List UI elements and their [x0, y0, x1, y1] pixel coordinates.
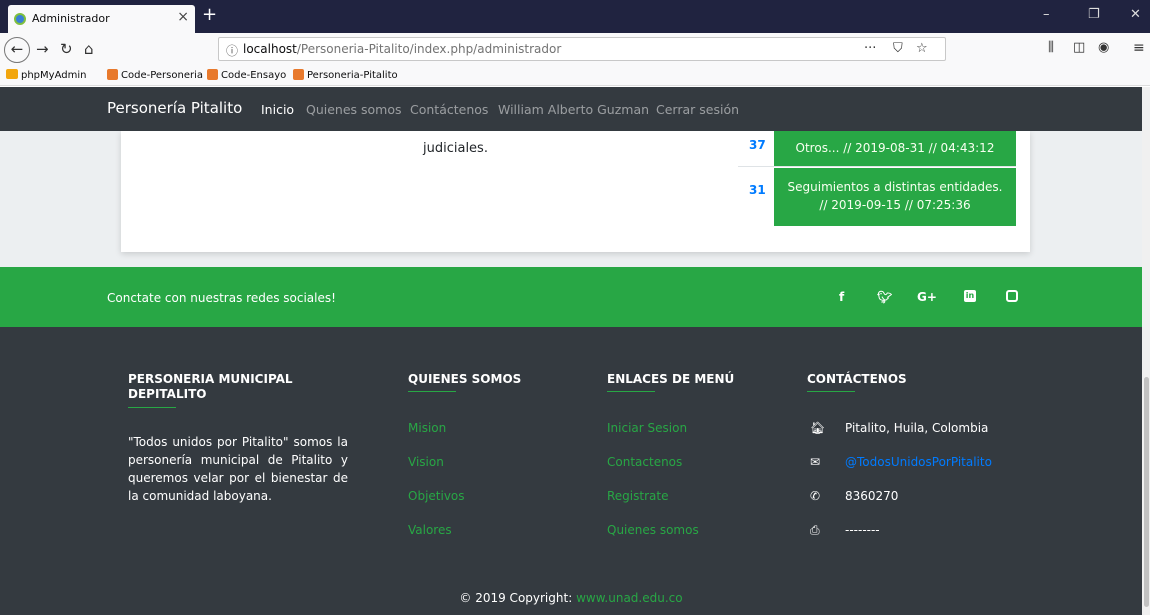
- google-plus-icon[interactable]: G+: [917, 290, 937, 304]
- footer-link-quienes-somos[interactable]: Quienes somos: [607, 523, 699, 537]
- card-text: judiciales.: [423, 141, 488, 156]
- green-cell: Seguimientos a distintas entidades. // 2…: [774, 168, 1016, 226]
- heading-underline: [128, 407, 176, 408]
- scrollbar[interactable]: [1142, 87, 1150, 615]
- sidebar-icon[interactable]: ◫: [1073, 40, 1085, 55]
- social-bar: Conctate con nuestras redes sociales! f …: [0, 267, 1142, 327]
- copyright: © 2019 Copyright: www.unad.edu.co: [0, 591, 1142, 605]
- site-brand[interactable]: Personería Pitalito: [107, 99, 242, 117]
- footer-link-mision[interactable]: Mision: [408, 421, 446, 435]
- footer-link-valores[interactable]: Valores: [408, 523, 452, 537]
- row-divider: [738, 166, 1016, 167]
- footer-heading-enlaces: ENLACES DE MENÚ: [607, 372, 735, 386]
- instagram-icon[interactable]: [1006, 290, 1018, 302]
- account-icon[interactable]: ◉: [1098, 40, 1109, 55]
- footer-heading-contactenos: CONTÁCTENOS: [807, 372, 907, 386]
- twitter-icon[interactable]: 🐦︎: [877, 290, 892, 304]
- footer-heading-quienes-somos: QUIENES SOMOS: [408, 372, 522, 386]
- bookmarks-bar: phpMyAdmin Code-Personeria Code-Ensayo P…: [0, 65, 1150, 86]
- maximize-icon[interactable]: ❐: [1088, 7, 1100, 22]
- reload-icon[interactable]: ↻: [60, 40, 73, 58]
- footer-about-text: "Todos unidos por Pitalito" somos la per…: [128, 435, 348, 503]
- tab-bar: Administrador × + – ❐ ✕: [0, 0, 1150, 33]
- footer-link-iniciar-sesion[interactable]: Iniciar Sesion: [607, 421, 687, 435]
- bookmark-code-ensayo[interactable]: Code-Ensayo: [207, 69, 286, 81]
- contact-email[interactable]: @TodosUnidosPorPitalito: [845, 455, 992, 469]
- contact-address: Pitalito, Huila, Colombia: [845, 421, 989, 435]
- browser-tab[interactable]: Administrador ×: [8, 5, 195, 33]
- close-window-icon[interactable]: ✕: [1130, 7, 1141, 22]
- footer-link-contactenos[interactable]: Contactenos: [607, 455, 682, 469]
- site-info-icon[interactable]: ⓘ: [226, 42, 238, 59]
- new-tab-button[interactable]: +: [202, 4, 217, 25]
- tab-title: Administrador: [32, 12, 110, 25]
- footer: PERSONERIA MUNICIPAL DEPITALITO "Todos u…: [0, 327, 1142, 615]
- bookmark-personeria-pitalito[interactable]: Personeria-Pitalito: [293, 69, 398, 81]
- bookmark-phpmyadmin[interactable]: phpMyAdmin: [6, 69, 86, 81]
- scrollbar-thumb[interactable]: [1144, 377, 1149, 607]
- forward-arrow-icon[interactable]: →: [36, 40, 49, 58]
- home-icon: 🏠︎: [810, 421, 826, 435]
- nav-link-inicio[interactable]: Inicio: [261, 102, 294, 117]
- envelope-icon: ✉: [810, 455, 821, 469]
- close-tab-icon[interactable]: ×: [177, 9, 189, 25]
- contact-phone: 8360270: [845, 489, 899, 503]
- bookmark-code-personeria[interactable]: Code-Personeria: [107, 69, 203, 81]
- printer-icon: ⎙: [810, 523, 820, 537]
- green-cell: Otros... // 2019-08-31 // 04:43:12: [774, 131, 1016, 166]
- nav-link-quienes-somos[interactable]: Quienes somos: [306, 102, 402, 117]
- site-favicon-icon: [14, 13, 26, 25]
- footer-link-vision[interactable]: Vision: [408, 455, 444, 469]
- minimize-icon[interactable]: –: [1043, 7, 1050, 22]
- footer-link-objetivos[interactable]: Objetivos: [408, 489, 465, 503]
- nav-link-contactenos[interactable]: Contáctenos: [410, 102, 488, 117]
- cell-text: Seguimientos a distintas entidades.: [787, 180, 1003, 194]
- phone-icon: ✆: [810, 489, 821, 503]
- library-icon[interactable]: ⫼: [1048, 40, 1054, 55]
- heading-underline: [807, 391, 855, 392]
- social-text: Conctate con nuestras redes sociales!: [107, 291, 336, 305]
- back-arrow-icon[interactable]: ←: [4, 37, 30, 63]
- copyright-link[interactable]: www.unad.edu.co: [576, 591, 683, 605]
- copyright-text: © 2019 Copyright:: [459, 591, 573, 605]
- contact-fax: --------: [845, 523, 880, 537]
- url-text[interactable]: localhost/Personeria-Pitalito/index.php/…: [243, 42, 561, 56]
- nav-link-cerrar-sesion[interactable]: Cerrar sesión: [656, 102, 739, 117]
- nav-link-user[interactable]: William Alberto Guzman: [498, 102, 649, 117]
- cell-text: // 2019-09-15 // 07:25:36: [819, 198, 971, 212]
- facebook-icon[interactable]: f: [839, 290, 844, 304]
- home-icon[interactable]: ⌂: [84, 40, 94, 58]
- codeigniter-icon: [207, 69, 218, 80]
- page-viewport: judiciales. 37 Otros... // 2019-08-31 //…: [0, 87, 1142, 615]
- bookmark-star-icon[interactable]: ☆: [916, 41, 928, 56]
- pocket-icon[interactable]: ⛉: [893, 41, 903, 56]
- page-actions-icon[interactable]: ···: [864, 41, 876, 56]
- site-navbar: Personería Pitalito Inicio Quienes somos…: [0, 87, 1142, 131]
- menu-icon[interactable]: ≡: [1133, 40, 1145, 56]
- row-count[interactable]: 37: [749, 138, 766, 152]
- codeigniter-icon: [293, 69, 304, 80]
- cell-text: Otros... // 2019-08-31 // 04:43:12: [795, 141, 995, 155]
- heading-underline: [607, 391, 655, 392]
- footer-link-registrate[interactable]: Registrate: [607, 489, 668, 503]
- row-count[interactable]: 31: [749, 183, 766, 197]
- heading-underline: [408, 391, 456, 392]
- codeigniter-icon: [107, 69, 118, 80]
- linkedin-icon[interactable]: in: [964, 290, 976, 302]
- footer-heading-personeria: PERSONERIA MUNICIPAL DEPITALITO: [128, 372, 293, 401]
- navigation-toolbar: ← → ↻ ⌂ ⓘ localhost/Personeria-Pitalito/…: [0, 33, 1150, 65]
- phpmyadmin-icon: [6, 69, 18, 79]
- address-bar[interactable]: ⓘ localhost/Personeria-Pitalito/index.ph…: [218, 37, 946, 61]
